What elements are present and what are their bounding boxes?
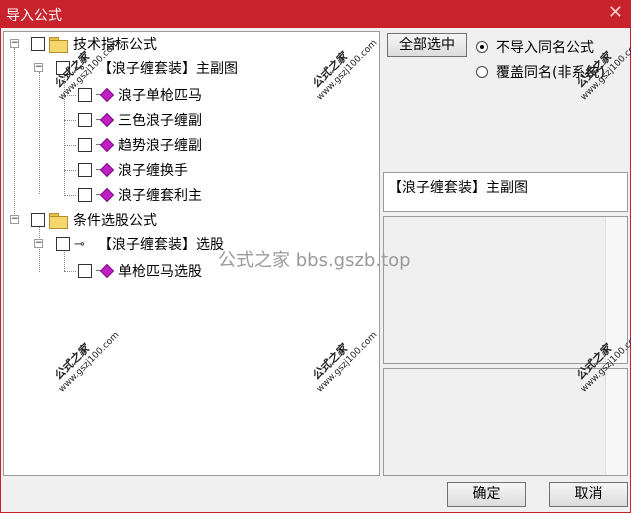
description-content — [385, 218, 605, 362]
node-checkbox[interactable] — [78, 264, 92, 278]
vertical-scrollbar[interactable] — [605, 369, 627, 475]
node-label: 趋势浪子缠副 — [118, 138, 202, 154]
tree-node-selection-set[interactable]: ⊸ 【浪子缠套装】选股 — [56, 233, 224, 255]
tree-node-formula[interactable]: 三色浪子缠副 — [78, 109, 202, 131]
radio-indicator[interactable] — [476, 66, 488, 78]
formula-diamond-icon — [96, 138, 114, 152]
tree-node-formula[interactable]: 浪子单枪匹马 — [78, 84, 202, 106]
node-checkbox[interactable] — [78, 113, 92, 127]
radio-label: 不导入同名公式 — [496, 40, 594, 56]
title-bar: 导入公式 ✕ — [0, 0, 631, 28]
selected-formula-name: 【浪子缠套装】主副图 — [383, 172, 628, 212]
node-label: 【浪子缠套装】主副图 — [98, 61, 238, 77]
formula-diamond-icon — [96, 163, 114, 177]
node-label: 三色浪子缠副 — [118, 113, 202, 129]
tree-expander[interactable]: − — [10, 215, 19, 224]
formula-description-pane[interactable] — [383, 216, 628, 364]
node-label: 浪子缠换手 — [118, 163, 188, 179]
params-content — [385, 370, 605, 474]
tree-connector — [64, 195, 76, 196]
formula-diamond-icon — [96, 113, 114, 127]
node-checkbox[interactable] — [31, 213, 45, 227]
node-checkbox[interactable] — [31, 37, 45, 51]
node-checkbox[interactable] — [78, 138, 92, 152]
center-watermark: 公式之家 bbs.gszb.top — [218, 250, 411, 271]
tree-connector — [39, 224, 40, 272]
select-all-button[interactable]: 全部选中 — [387, 33, 467, 57]
ok-button[interactable]: 确定 — [447, 482, 526, 507]
formula-diamond-icon — [96, 188, 114, 202]
tree-connector — [39, 72, 40, 194]
node-checkbox[interactable] — [78, 188, 92, 202]
formula-diamond-icon — [96, 88, 114, 102]
cancel-button[interactable]: 取消 — [549, 482, 628, 507]
folder-icon — [49, 213, 68, 229]
tree-expander[interactable]: − — [10, 39, 19, 48]
tree-connector — [14, 48, 15, 220]
node-label: 浪子缠套利主 — [118, 188, 202, 204]
selected-formula-text: 【浪子缠套装】主副图 — [388, 180, 528, 196]
radio-indicator[interactable] — [476, 41, 488, 53]
formula-diamond-icon — [96, 264, 114, 278]
window-title: 导入公式 — [6, 8, 62, 24]
tree-node-stock-selection[interactable]: 条件选股公式 — [31, 209, 157, 231]
tree-connector — [64, 145, 76, 146]
radio-skip-same-name[interactable]: 不导入同名公式 — [476, 37, 594, 57]
tree-expander[interactable]: − — [34, 63, 43, 72]
folder-icon — [49, 37, 68, 53]
tree-expander[interactable]: − — [34, 239, 43, 248]
node-label: 单枪匹马选股 — [118, 264, 202, 280]
node-label: 浪子单枪匹马 — [118, 88, 202, 104]
key-icon: ⊸ — [74, 236, 85, 252]
tree-connector — [64, 271, 76, 272]
tree-node-formula[interactable]: 浪子缠套利主 — [78, 184, 202, 206]
node-label: 【浪子缠套装】选股 — [98, 237, 224, 253]
node-checkbox[interactable] — [56, 237, 70, 251]
tree-connector — [64, 170, 76, 171]
node-checkbox[interactable] — [78, 163, 92, 177]
tree-node-formula[interactable]: 单枪匹马选股 — [78, 260, 202, 282]
tree-node-formula[interactable]: 趋势浪子缠副 — [78, 134, 202, 156]
node-label: 条件选股公式 — [73, 213, 157, 229]
tree-node-formula[interactable]: 浪子缠换手 — [78, 159, 188, 181]
node-checkbox[interactable] — [78, 88, 92, 102]
close-icon[interactable]: ✕ — [608, 2, 623, 24]
tree-connector — [64, 120, 76, 121]
